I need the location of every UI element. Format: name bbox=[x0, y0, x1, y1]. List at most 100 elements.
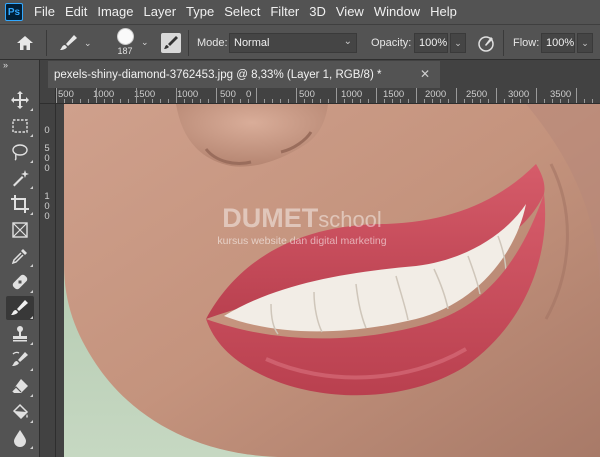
watermark: DUMETschool kursus website dan digital m… bbox=[202, 203, 402, 253]
ruler-label: 5 bbox=[44, 143, 50, 154]
ruler-tick bbox=[200, 99, 201, 103]
ruler-label: 500 bbox=[220, 89, 236, 100]
menu-filter[interactable]: Filter bbox=[265, 0, 304, 24]
brush-icon bbox=[11, 300, 28, 315]
ruler-tick bbox=[256, 88, 257, 103]
ruler-tick bbox=[136, 88, 137, 103]
menu-edit[interactable]: Edit bbox=[60, 0, 92, 24]
ruler-origin[interactable] bbox=[40, 88, 56, 104]
eraser-tool[interactable] bbox=[6, 374, 34, 398]
menu-type[interactable]: Type bbox=[181, 0, 219, 24]
opacity-label: Opacity: bbox=[371, 37, 412, 49]
vertical-ruler[interactable]: 0 5 0 0 1 0 0 bbox=[40, 104, 56, 457]
brush-tool[interactable] bbox=[6, 296, 34, 320]
brush-settings-icon bbox=[164, 36, 178, 49]
ruler-tick bbox=[400, 99, 401, 103]
mode-value: Normal bbox=[234, 37, 270, 49]
ruler-tick bbox=[240, 99, 241, 103]
ruler-tick bbox=[152, 99, 153, 103]
document-canvas[interactable]: DUMETschool kursus website dan digital m… bbox=[56, 104, 600, 457]
magic-wand-tool[interactable] bbox=[6, 166, 34, 190]
ruler-tick bbox=[64, 99, 65, 103]
tools-panel: » bbox=[0, 60, 40, 457]
chevron-down-icon[interactable]: ⌄ bbox=[141, 37, 149, 48]
opacity-input[interactable]: 100% bbox=[414, 33, 448, 53]
ruler-tick bbox=[104, 99, 105, 103]
menu-help[interactable]: Help bbox=[425, 0, 462, 24]
move-icon bbox=[11, 91, 29, 109]
menu-3d[interactable]: 3D bbox=[304, 0, 331, 24]
ruler-tick bbox=[488, 99, 489, 103]
ruler-tick bbox=[192, 99, 193, 103]
blur-tool[interactable] bbox=[6, 426, 34, 450]
eraser-icon bbox=[11, 379, 28, 393]
lasso-icon bbox=[12, 144, 28, 161]
ruler-tick bbox=[328, 99, 329, 103]
ruler-tick bbox=[208, 99, 209, 103]
opacity-slider-toggle[interactable]: ⌄ bbox=[450, 33, 466, 53]
ruler-tick bbox=[528, 99, 529, 103]
ruler-label: 0 bbox=[44, 201, 50, 212]
flow-slider-toggle[interactable]: ⌄ bbox=[577, 33, 593, 53]
menu-layer[interactable]: Layer bbox=[139, 0, 182, 24]
frame-tool[interactable] bbox=[6, 218, 34, 242]
ruler-label: 1000 bbox=[177, 89, 199, 100]
tool-preset-picker[interactable]: ⌄ bbox=[58, 33, 92, 53]
mode-dropdown[interactable]: Normal ⌄ bbox=[229, 33, 357, 53]
brush-size-value: 187 bbox=[117, 46, 133, 56]
ruler-tick bbox=[224, 99, 225, 103]
frame-icon bbox=[12, 222, 28, 238]
paint-bucket-tool[interactable] bbox=[6, 400, 34, 424]
flow-input[interactable]: 100% bbox=[541, 33, 575, 53]
watermark-title-light: school bbox=[318, 207, 382, 232]
clone-stamp-tool[interactable] bbox=[6, 322, 34, 346]
ruler-tick bbox=[144, 99, 145, 103]
ruler-tick bbox=[56, 88, 57, 103]
history-brush-icon bbox=[12, 351, 28, 366]
ruler-tick bbox=[120, 99, 121, 103]
ruler-tick bbox=[160, 99, 161, 103]
ruler-tick bbox=[320, 99, 321, 103]
menu-view[interactable]: View bbox=[331, 0, 369, 24]
brush-tip-preview bbox=[116, 28, 134, 45]
crop-tool[interactable] bbox=[6, 192, 34, 216]
collapse-panel-button[interactable]: » bbox=[3, 60, 37, 72]
home-button[interactable] bbox=[14, 32, 36, 54]
paint-bucket-icon bbox=[12, 403, 29, 420]
ruler-tick bbox=[312, 99, 313, 103]
ruler-tick bbox=[456, 88, 457, 103]
ruler-tick bbox=[432, 99, 433, 103]
photoshop-logo[interactable]: Ps bbox=[5, 3, 23, 21]
pressure-opacity-button[interactable] bbox=[476, 33, 496, 53]
chevron-down-icon: ⌄ bbox=[343, 36, 352, 47]
menu-window[interactable]: Window bbox=[369, 0, 425, 24]
brush-settings-button[interactable] bbox=[161, 33, 181, 53]
menu-image[interactable]: Image bbox=[92, 0, 138, 24]
ruler-tick bbox=[352, 99, 353, 103]
eyedropper-tool[interactable] bbox=[6, 244, 34, 268]
document-tab[interactable]: pexels-shiny-diamond-3762453.jpg @ 8,33%… bbox=[48, 61, 440, 88]
lasso-tool[interactable] bbox=[6, 140, 34, 164]
healing-brush-tool[interactable] bbox=[6, 270, 34, 294]
move-tool[interactable] bbox=[6, 88, 34, 112]
ruler-tick bbox=[80, 99, 81, 103]
document-tab-bar: pexels-shiny-diamond-3762453.jpg @ 8,33%… bbox=[40, 60, 600, 88]
menu-select[interactable]: Select bbox=[219, 0, 265, 24]
ruler-tick bbox=[96, 88, 97, 103]
brush-icon bbox=[60, 35, 77, 50]
history-brush-tool[interactable] bbox=[6, 348, 34, 372]
ruler-label: 2500 bbox=[466, 89, 488, 100]
ruler-tick bbox=[520, 99, 521, 103]
ruler-label: 0 bbox=[44, 153, 50, 164]
menu-file[interactable]: File bbox=[29, 0, 60, 24]
ruler-tick bbox=[584, 99, 585, 103]
ruler-label: 0 bbox=[44, 125, 50, 136]
horizontal-ruler[interactable]: 500 1000 1500 1000 500 0 500 1000 1500 2… bbox=[56, 88, 600, 104]
ruler-tick bbox=[392, 99, 393, 103]
ruler-tick bbox=[336, 88, 337, 103]
ruler-label: 1 bbox=[44, 191, 50, 202]
marquee-tool[interactable] bbox=[6, 114, 34, 138]
brush-size-picker[interactable]: 187 bbox=[110, 26, 140, 60]
ruler-tick bbox=[376, 88, 377, 103]
close-icon[interactable]: ✕ bbox=[420, 67, 430, 81]
